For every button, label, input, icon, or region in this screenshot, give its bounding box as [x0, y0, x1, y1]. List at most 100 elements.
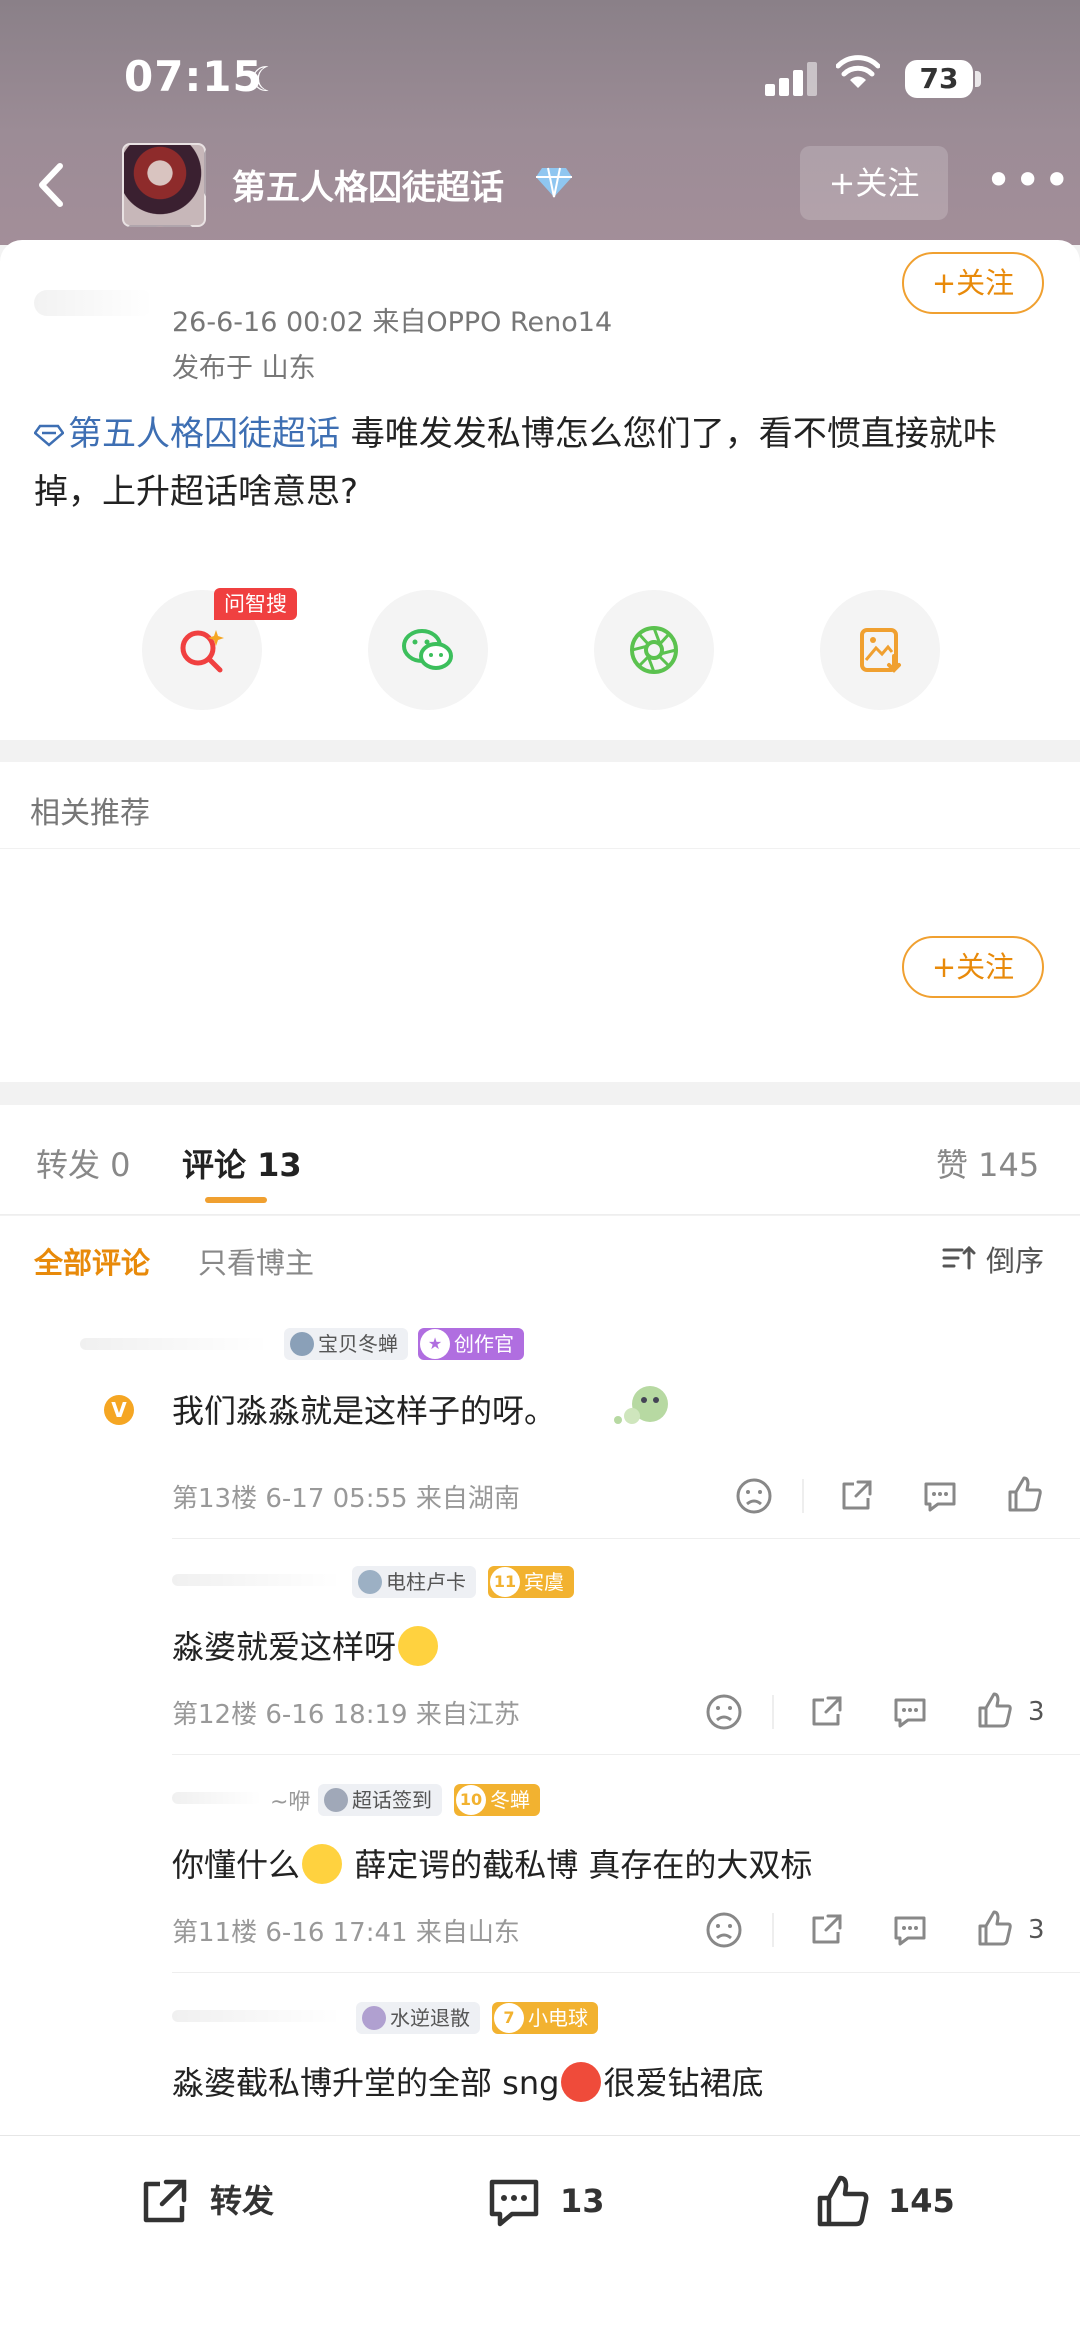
angry-emoji-icon	[561, 2062, 602, 2102]
status-bar: 07:15 ☾ 73	[0, 0, 1080, 150]
comment-button[interactable]: 13	[484, 2168, 644, 2234]
commenter-name-blurred[interactable]	[172, 1574, 342, 1586]
like-count-total: 145	[888, 2182, 955, 2220]
fan-medal: 水逆退散	[356, 2002, 480, 2034]
tab-comment[interactable]: 评论 13	[182, 1140, 302, 1186]
reply-button[interactable]	[888, 1908, 932, 1952]
sort-label[interactable]: 倒序	[986, 1238, 1044, 1280]
comment-share-button[interactable]	[834, 1474, 878, 1518]
action-separator	[802, 1479, 804, 1513]
post-location: 发布于 山东	[172, 353, 316, 384]
bottom-action-bar	[0, 2135, 1080, 2348]
moments-icon	[630, 626, 678, 674]
wifi-icon	[835, 54, 881, 100]
comment-text: 淼婆就爱这样呀	[172, 1622, 440, 1668]
comment-text: 淼婆截私博升堂的全部 sng 很爱钻裙底	[172, 2062, 764, 2102]
wechat-icon	[402, 629, 453, 670]
share-moments-button[interactable]	[594, 590, 714, 710]
comment-icon	[489, 2179, 539, 2227]
tabs-bar	[0, 1105, 1080, 1215]
fan-medal: 宝贝冬蝉	[284, 1328, 408, 1360]
supertopic-link[interactable]: 第五人格囚徒超话	[68, 414, 340, 454]
related-title: 相关推荐	[30, 796, 150, 831]
frown-face-icon	[736, 1478, 772, 1514]
related-follow-button[interactable]: +关注	[902, 936, 1044, 998]
dislike-button[interactable]	[702, 1908, 746, 1952]
status-time: 07:15	[124, 52, 263, 101]
reply-button[interactable]	[888, 1690, 932, 1734]
comment-icon	[924, 1482, 956, 1512]
diamond-badge-icon	[536, 167, 572, 198]
comment-icon	[894, 1698, 926, 1728]
share-icon	[812, 1914, 842, 1944]
tab-repost[interactable]: 转发 0	[36, 1140, 131, 1186]
share-icon	[842, 1480, 872, 1510]
commenter-name-blurred[interactable]	[172, 1792, 262, 1804]
like-button[interactable]	[972, 1906, 1016, 1950]
dislike-button[interactable]	[732, 1474, 776, 1518]
thumbs-up-icon	[978, 1910, 1012, 1946]
comment-count: 13	[560, 2182, 605, 2220]
frown-face-icon	[706, 1912, 742, 1948]
chevron-left-icon	[39, 163, 63, 207]
follow-author-button[interactable]: +关注	[902, 252, 1044, 314]
thumbs-up-icon	[817, 2175, 869, 2227]
fan-medal: 电柱卢卡	[352, 1566, 476, 1598]
supertopic-avatar[interactable]	[122, 143, 206, 227]
thumbs-up-icon	[1008, 1476, 1042, 1512]
level-badge: 10 冬蝉	[454, 1784, 540, 1816]
comment-text: 你懂什么 薛定谔的截私博 真存在的大双标	[172, 1844, 813, 1884]
reply-button[interactable]	[918, 1474, 962, 1518]
ai-search-badge: 问智搜	[214, 588, 297, 620]
repost-icon	[143, 2179, 187, 2223]
share-icon	[812, 1696, 842, 1726]
share-wechat-button[interactable]	[368, 590, 488, 710]
post-content: 第五人格囚徒超话 毒唯发发私博怎么您们了，看不惯直接就咔掉，上升超话啥意思?	[34, 405, 1044, 521]
tab-likes[interactable]: 赞 145	[936, 1140, 1039, 1186]
comment-divider	[172, 1538, 1080, 1539]
action-separator	[772, 1913, 774, 1947]
comment-meta: 第13楼 6-17 05:55 来自湖南	[172, 1484, 520, 1514]
battery-tip	[975, 71, 981, 87]
level-badge: 7 小电球	[492, 2002, 598, 2034]
supertopic-icon	[34, 424, 64, 447]
dislike-button[interactable]	[702, 1690, 746, 1734]
comment-share-button[interactable]	[804, 1690, 848, 1734]
commenter-name-blurred[interactable]	[172, 2010, 342, 2022]
comment-share-button[interactable]	[804, 1908, 848, 1952]
related-divider	[0, 848, 1080, 849]
filter-all-comments[interactable]: 全部评论	[34, 1240, 150, 1282]
related-section	[0, 762, 1080, 1082]
back-button[interactable]	[22, 150, 82, 220]
comment-meta: 第12楼 6-16 18:19 来自江苏	[172, 1700, 520, 1730]
comment-divider	[172, 1754, 1080, 1755]
battery-indicator: 73	[905, 60, 973, 98]
ai-search-icon	[180, 630, 224, 673]
level-badge: 11 宾虞	[488, 1566, 574, 1598]
repost-button[interactable]: 转发	[134, 2168, 294, 2234]
active-tab-indicator	[205, 1197, 267, 1203]
like-count: 3	[1028, 1915, 1045, 1945]
more-icon[interactable]: •••	[985, 150, 1070, 220]
sticker-decoration-icon	[614, 1386, 668, 1424]
action-separator	[772, 1695, 774, 1729]
like-button[interactable]	[1002, 1472, 1046, 1516]
smirk-emoji-icon	[302, 1844, 343, 1884]
author-name-blurred[interactable]	[34, 290, 154, 316]
commenter-name-blurred[interactable]	[80, 1338, 270, 1350]
thumbs-up-icon	[978, 1692, 1012, 1728]
comment-filter-row	[0, 1216, 1080, 1308]
page-title[interactable]: 第五人格囚徒超话	[232, 160, 504, 209]
repost-label: 转发	[210, 2182, 275, 2220]
commenter-name-tail[interactable]: ~咿	[270, 1784, 310, 1816]
comment-icon	[894, 1916, 926, 1946]
like-post-button[interactable]: 145	[812, 2168, 992, 2234]
save-image-button[interactable]	[820, 590, 940, 710]
follow-supertopic-button[interactable]: +关注	[800, 146, 948, 220]
comment-divider	[172, 1972, 1080, 1973]
fan-medal: 超话签到	[318, 1784, 442, 1816]
like-button[interactable]	[972, 1688, 1016, 1732]
sort-icon[interactable]	[942, 1244, 976, 1272]
signal-icon	[765, 62, 820, 96]
filter-owner-only[interactable]: 只看博主	[198, 1240, 314, 1282]
